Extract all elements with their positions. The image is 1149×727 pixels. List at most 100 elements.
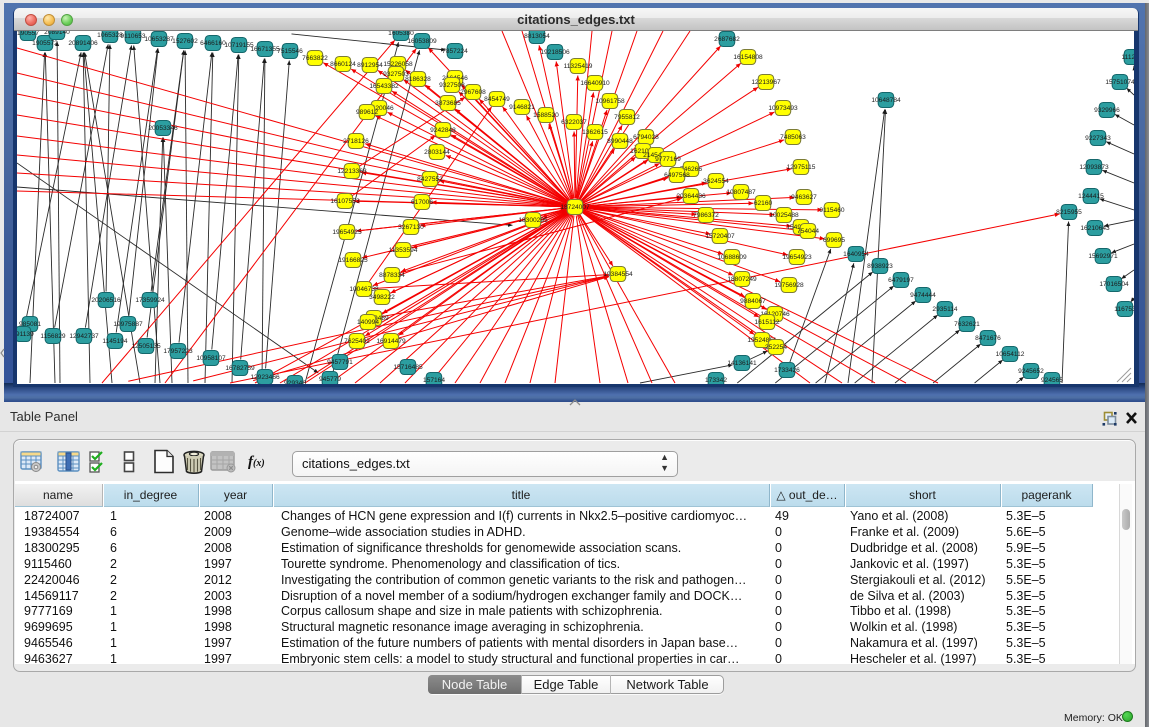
svg-text:8660124: 8660124 bbox=[330, 61, 356, 68]
svg-text:17359924: 17359924 bbox=[135, 297, 165, 304]
svg-text:17957223: 17957223 bbox=[163, 348, 193, 355]
svg-text:12213363: 12213363 bbox=[337, 168, 367, 175]
svg-text:617006: 617006 bbox=[411, 199, 433, 206]
svg-text:12942737: 12942737 bbox=[69, 333, 99, 340]
svg-text:116753: 116753 bbox=[1114, 306, 1134, 313]
svg-text:6497568: 6497568 bbox=[664, 172, 690, 179]
svg-text:1605380: 1605380 bbox=[388, 31, 414, 37]
svg-text:8912954: 8912954 bbox=[357, 62, 383, 69]
svg-text:190557: 190557 bbox=[17, 31, 39, 37]
svg-text:9777169: 9777169 bbox=[655, 156, 681, 163]
svg-text:8878334: 8878334 bbox=[379, 272, 405, 279]
svg-text:989612: 989612 bbox=[356, 109, 378, 116]
svg-text:9245652: 9245652 bbox=[1018, 368, 1044, 375]
svg-text:10688609: 10688609 bbox=[717, 254, 747, 261]
svg-text:10654112: 10654112 bbox=[996, 351, 1025, 358]
svg-text:16640910: 16640910 bbox=[580, 80, 610, 87]
svg-text:8813054: 8813054 bbox=[524, 33, 550, 40]
svg-text:1065328: 1065328 bbox=[97, 32, 123, 39]
svg-text:8454749: 8454749 bbox=[484, 96, 510, 103]
svg-text:8990448: 8990448 bbox=[607, 138, 633, 145]
svg-text:12975115: 12975115 bbox=[787, 164, 816, 171]
svg-text:1527602: 1527602 bbox=[172, 38, 198, 45]
svg-text:8215955: 8215955 bbox=[1056, 209, 1082, 216]
svg-text:1905572: 1905572 bbox=[32, 40, 58, 47]
svg-text:16154808: 16154808 bbox=[733, 54, 763, 61]
svg-text:12923466: 12923466 bbox=[250, 374, 280, 381]
svg-text:20364436: 20364436 bbox=[676, 193, 706, 200]
svg-text:9457791: 9457791 bbox=[327, 359, 353, 366]
svg-text:1145194: 1145194 bbox=[102, 338, 128, 345]
svg-text:8471676: 8471676 bbox=[975, 335, 1001, 342]
svg-text:10648784: 10648784 bbox=[871, 97, 901, 104]
svg-text:140994: 140994 bbox=[357, 319, 379, 326]
svg-text:945779: 945779 bbox=[319, 376, 341, 383]
svg-text:9463627: 9463627 bbox=[791, 194, 817, 201]
svg-text:19654925: 19654925 bbox=[332, 229, 362, 236]
svg-text:111254: 111254 bbox=[1121, 54, 1134, 61]
svg-text:9115460: 9115460 bbox=[819, 207, 845, 214]
svg-text:2803144: 2803144 bbox=[424, 149, 450, 156]
svg-text:6466160: 6466160 bbox=[200, 40, 226, 47]
svg-text:19166825: 19166825 bbox=[338, 257, 368, 264]
svg-text:7485063: 7485063 bbox=[780, 134, 806, 141]
svg-text:11353594: 11353594 bbox=[389, 247, 418, 254]
svg-text:2089140: 2089140 bbox=[44, 31, 70, 36]
svg-text:19218506: 19218506 bbox=[540, 49, 570, 56]
svg-text:7625402: 7625402 bbox=[344, 338, 370, 345]
svg-text:15751074: 15751074 bbox=[1105, 79, 1134, 86]
svg-text:14136141: 14136141 bbox=[727, 360, 757, 367]
svg-text:15692971: 15692971 bbox=[1088, 253, 1118, 260]
svg-text:9146821: 9146821 bbox=[509, 104, 535, 111]
svg-text:3498222: 3498222 bbox=[369, 294, 395, 301]
svg-text:3624554: 3624554 bbox=[703, 178, 729, 185]
svg-text:19384554: 19384554 bbox=[603, 271, 633, 278]
svg-text:16671355: 16671355 bbox=[250, 46, 280, 53]
svg-text:15716485: 15716485 bbox=[393, 364, 423, 371]
svg-text:10961758: 10961758 bbox=[595, 98, 625, 105]
svg-text:12213967: 12213967 bbox=[751, 79, 781, 86]
svg-text:16782759: 16782759 bbox=[225, 365, 255, 372]
svg-text:16543382: 16543382 bbox=[369, 83, 399, 90]
svg-text:6479197: 6479197 bbox=[888, 277, 914, 284]
svg-text:9474444: 9474444 bbox=[910, 292, 936, 299]
svg-text:7986372: 7986372 bbox=[693, 212, 719, 219]
svg-text:2935114: 2935114 bbox=[932, 306, 958, 313]
svg-text:2687682: 2687682 bbox=[714, 36, 740, 43]
svg-text:8938923: 8938923 bbox=[867, 263, 893, 270]
svg-text:11325419: 11325419 bbox=[564, 63, 593, 70]
svg-text:12505135: 12505135 bbox=[131, 343, 161, 350]
svg-text:16053809: 16053809 bbox=[407, 38, 437, 45]
svg-text:924565: 924565 bbox=[1041, 377, 1063, 384]
svg-text:9884067: 9884067 bbox=[740, 298, 766, 305]
svg-text:10025488: 10025488 bbox=[769, 212, 799, 219]
svg-text:1615112: 1615112 bbox=[754, 319, 780, 326]
svg-text:18724007: 18724007 bbox=[560, 204, 590, 211]
svg-text:9329966: 9329966 bbox=[1094, 107, 1120, 114]
svg-text:1156829: 1156829 bbox=[40, 333, 66, 340]
svg-text:16914479: 16914479 bbox=[376, 338, 406, 345]
svg-text:10807487: 10807487 bbox=[726, 189, 756, 196]
svg-text:20891406: 20891406 bbox=[68, 40, 98, 47]
svg-text:9227343: 9227343 bbox=[1085, 135, 1111, 142]
svg-text:2967608: 2967608 bbox=[460, 89, 486, 96]
svg-text:10973493: 10973493 bbox=[768, 105, 798, 112]
svg-text:6322037: 6322037 bbox=[561, 119, 587, 126]
svg-text:17016504: 17016504 bbox=[1099, 281, 1129, 288]
svg-text:16107553: 16107553 bbox=[330, 198, 360, 205]
svg-text:391139: 391139 bbox=[17, 331, 34, 338]
svg-text:699695: 699695 bbox=[823, 237, 845, 244]
svg-text:1733426: 1733426 bbox=[774, 367, 800, 374]
svg-text:6794028: 6794028 bbox=[633, 134, 659, 141]
svg-text:18807249: 18807249 bbox=[727, 276, 757, 283]
svg-text:1640954: 1640954 bbox=[843, 251, 869, 258]
svg-text:62160: 62160 bbox=[754, 200, 773, 207]
svg-text:157164: 157164 bbox=[423, 377, 445, 384]
svg-text:8186328: 8186328 bbox=[405, 76, 431, 83]
svg-text:7515546: 7515546 bbox=[277, 48, 303, 55]
svg-text:1362615: 1362615 bbox=[582, 129, 608, 136]
svg-text:1588520: 1588520 bbox=[533, 112, 559, 119]
svg-text:8427552: 8427552 bbox=[417, 176, 443, 183]
svg-text:20053346: 20053346 bbox=[148, 125, 178, 132]
svg-text:10653287: 10653287 bbox=[144, 36, 174, 43]
